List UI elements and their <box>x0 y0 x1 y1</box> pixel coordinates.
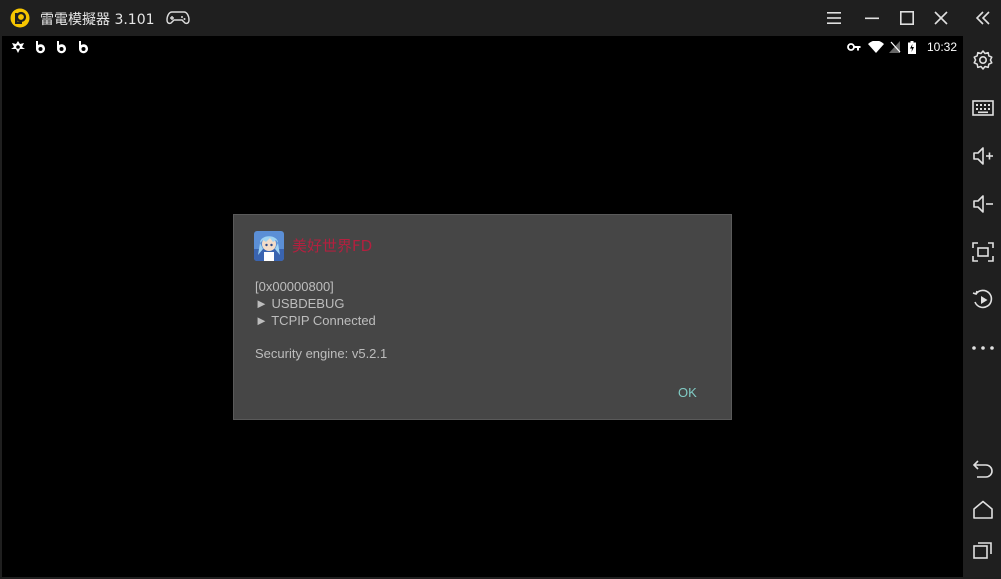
usb-debug-text: ► USBDEBUG <box>255 296 345 311</box>
close-button[interactable] <box>929 6 953 30</box>
volume-up-button[interactable] <box>970 143 996 169</box>
back-button[interactable] <box>970 456 996 482</box>
key-icon <box>847 41 861 53</box>
back-icon <box>972 459 994 479</box>
recent-apps-icon <box>972 540 994 560</box>
keyboard-button[interactable] <box>970 95 996 121</box>
collapse-sidebar-icon <box>975 11 991 25</box>
emulator-window: 雷電模擬器 3.101 10:32 美好世界FD [0x00000800] ► … <box>0 0 1001 579</box>
error-code-text: [0x00000800] <box>255 279 334 294</box>
menu-icon <box>826 11 842 25</box>
collapse-sidebar-button[interactable] <box>970 5 996 31</box>
dialog-title: 美好世界FD <box>292 237 373 255</box>
right-toolbar <box>964 0 1001 579</box>
settings-icon <box>972 49 994 71</box>
home-icon <box>972 500 994 520</box>
maximize-icon <box>900 11 914 25</box>
security-alert-dialog: 美好世界FD [0x00000800] ► USBDEBUG ► TCPIP C… <box>233 214 732 420</box>
battery-charging-icon <box>908 41 916 54</box>
keyboard-icon <box>972 99 994 117</box>
wifi-icon <box>868 41 884 53</box>
volume-down-icon <box>972 194 994 214</box>
ok-button[interactable]: OK <box>674 383 701 402</box>
screen-record-button[interactable] <box>970 287 996 313</box>
app-notification-icon <box>76 40 90 54</box>
status-clock: 10:32 <box>926 40 957 54</box>
security-engine-text: Security engine: v5.2.1 <box>255 346 388 361</box>
close-icon <box>934 11 948 25</box>
app-notification-icon <box>33 40 47 54</box>
fullscreen-icon <box>972 242 994 262</box>
app-title: 雷電模擬器 3.101 <box>40 12 155 28</box>
screen-record-icon <box>972 289 994 311</box>
menu-button[interactable] <box>822 6 846 30</box>
title-bar: 雷電模擬器 3.101 <box>0 0 964 36</box>
home-button[interactable] <box>970 497 996 523</box>
android-status-bar: 10:32 <box>2 36 963 58</box>
more-button[interactable] <box>970 335 996 361</box>
game-app-icon <box>254 231 284 261</box>
no-signal-icon <box>889 41 901 53</box>
ldplayer-logo-icon <box>10 8 30 28</box>
game-notification-icon <box>10 40 25 54</box>
app-notification-icon <box>54 40 68 54</box>
minimize-button[interactable] <box>860 6 884 30</box>
volume-up-icon <box>972 146 994 166</box>
more-icon <box>971 345 995 351</box>
fullscreen-button[interactable] <box>970 239 996 265</box>
maximize-button[interactable] <box>895 6 919 30</box>
settings-button[interactable] <box>970 47 996 73</box>
minimize-icon <box>865 11 879 25</box>
android-screen[interactable]: 10:32 美好世界FD [0x00000800] ► USBDEBUG ► T… <box>2 36 963 577</box>
gamepad-icon[interactable] <box>166 10 190 26</box>
volume-down-button[interactable] <box>970 191 996 217</box>
recent-apps-button[interactable] <box>970 537 996 563</box>
tcpip-text: ► TCPIP Connected <box>255 313 376 328</box>
